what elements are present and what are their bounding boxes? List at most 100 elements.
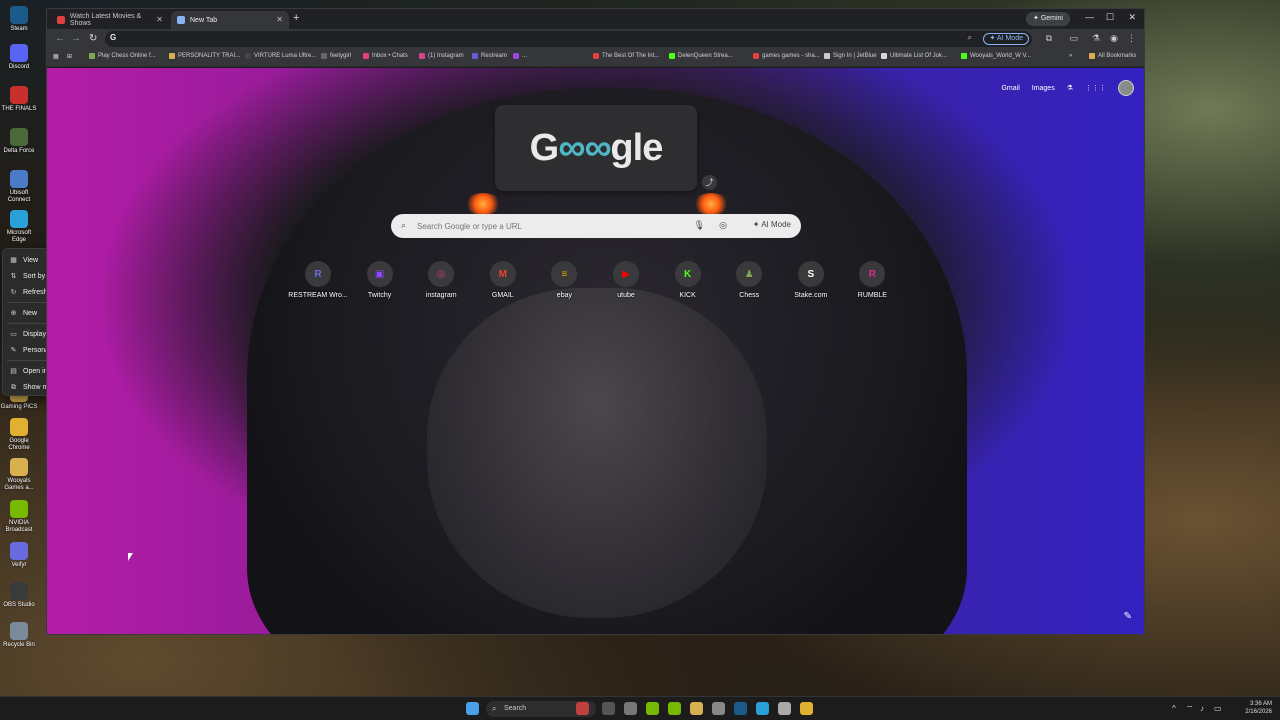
bookmark-item[interactable]: The Best Of The Int... [593, 53, 659, 59]
desktop-icon[interactable]: Delta Force [0, 128, 38, 155]
shortcut-tile[interactable]: ▶ utube [596, 261, 656, 299]
shortcut-tile[interactable]: ▣ Twitchy [350, 261, 410, 299]
customize-pencil-icon[interactable]: ✎ [1124, 611, 1132, 622]
shortcut-tile[interactable]: ≡ ebay [534, 261, 594, 299]
menu-icon[interactable]: ⋮ [1127, 33, 1136, 44]
desktop-icon-label: Discord [8, 64, 30, 70]
tray-chevron-icon[interactable]: ^ [1172, 704, 1176, 713]
settings-icon[interactable] [624, 702, 637, 715]
chrome-icon [10, 418, 28, 436]
tab-new-tab[interactable]: New Tab ✕ [171, 11, 289, 29]
wifi-icon[interactable]: ⌔ [1186, 704, 1194, 714]
images-link[interactable]: Images [1032, 85, 1055, 92]
desktop-icon[interactable]: OBS Studio [0, 582, 38, 609]
maximize-icon[interactable]: ☐ [1106, 12, 1114, 23]
nvidia-icon[interactable] [668, 702, 681, 715]
bookmark-item[interactable]: Restream [472, 53, 507, 59]
back-icon[interactable]: ← [55, 33, 65, 44]
bookmark-grid-icon[interactable]: ⊞ [67, 53, 72, 60]
shortcut-tile[interactable]: R RESTREAM Wro... [288, 261, 348, 299]
gmail-link[interactable]: Gmail [1001, 85, 1019, 92]
cast-icon[interactable]: ▭ [1069, 33, 1078, 44]
desktop-icon[interactable]: Microsoft Edge [0, 210, 38, 244]
chrome-icon[interactable] [800, 702, 813, 715]
minimize-icon[interactable]: — [1085, 12, 1094, 22]
desktop-icon[interactable]: Steam [0, 6, 38, 33]
search-input[interactable] [417, 219, 687, 233]
play-icon[interactable] [646, 702, 659, 715]
shortcut-tile[interactable]: ◎ instagram [411, 261, 471, 299]
search-icon[interactable]: ⌕ [968, 33, 972, 43]
bookmark-item[interactable]: DelenQueen Strea... [669, 53, 733, 59]
delta-force-icon [10, 128, 28, 146]
desktop-icon[interactable]: Google Chrome [0, 418, 38, 452]
close-tab-icon[interactable]: ✕ [276, 15, 283, 24]
bookmark-item[interactable]: (1) Instagram [419, 53, 464, 59]
microphone-icon[interactable]: 🎙 [694, 220, 705, 231]
all-bookmarks-label: All Bookmarks [1098, 53, 1137, 59]
bookmark-apps-icon[interactable]: ▦ [53, 53, 59, 60]
bookmark-item[interactable]: Inbox • Chats [363, 53, 408, 59]
edge-icon[interactable] [756, 702, 769, 715]
shortcut-icon: ▶ [613, 261, 639, 287]
new-tab-button[interactable]: + [293, 12, 299, 24]
desktop-icon[interactable]: Ubisoft Connect [0, 170, 38, 204]
flag-icon[interactable] [576, 702, 589, 715]
desktop-icon[interactable]: Discord [0, 44, 38, 71]
bookmark-item[interactable]: feetygirl [321, 53, 351, 59]
ai-mode-button[interactable]: ✦ AI Mode [753, 220, 791, 229]
close-tab-icon[interactable]: ✕ [156, 15, 163, 24]
bookmark-item[interactable]: Ultimate List Of Jok... [881, 53, 947, 59]
desktop-icon[interactable]: Wooyals Games a... [0, 458, 38, 492]
shortcut-tile[interactable]: K KICK [658, 261, 718, 299]
extensions-icon[interactable]: ⧉ [1046, 33, 1052, 44]
shortcut-tile[interactable]: R RUMBLE [842, 261, 902, 299]
bookmark-item[interactable]: Sign In | JetBlue [824, 53, 877, 59]
start-button-icon[interactable] [466, 702, 479, 715]
google-doodle[interactable]: G∞∞gle [495, 105, 697, 191]
desktop-icon[interactable]: THE FINALS [0, 86, 38, 113]
shortcut-tile[interactable]: ♟ Chess [719, 261, 779, 299]
store-icon[interactable] [712, 702, 725, 715]
bookmark-item[interactable]: VIRTURE Luma Ultre... [245, 53, 316, 59]
gemini-button[interactable]: ✦ Gemini [1026, 12, 1070, 26]
google-lens-icon[interactable]: ◎ [719, 220, 727, 231]
search-box[interactable]: ⌕ 🎙 ◎ ✦ AI Mode [391, 214, 801, 238]
forward-icon[interactable]: → [71, 33, 81, 44]
clock[interactable]: 3:36 AM 2/16/2026 [1245, 700, 1272, 716]
labs-icon[interactable]: ⚗ [1092, 33, 1100, 44]
battery-icon[interactable]: ▭ [1214, 704, 1222, 713]
bookmark-item[interactable]: games games - sha... [753, 53, 820, 59]
bookmark-item[interactable]: ... [513, 53, 527, 59]
steam-icon[interactable] [734, 702, 747, 715]
chrome-window: Watch Latest Movies & Shows ✕ New Tab ✕ … [46, 8, 1145, 635]
desktop-icon[interactable]: NVIDIA Broadcast [0, 500, 38, 534]
ai-mode-button[interactable]: ✦ AI Mode [983, 33, 1029, 45]
avatar[interactable] [1118, 80, 1134, 96]
address-input[interactable] [121, 33, 941, 45]
task-view-icon[interactable] [602, 702, 615, 715]
address-bar[interactable]: G ⌕ ✦ AI Mode [105, 31, 1032, 47]
bookmark-item[interactable]: Wooyals_World_W V... [961, 53, 1031, 59]
close-window-icon[interactable]: ✕ [1128, 12, 1136, 23]
tab-movies[interactable]: Watch Latest Movies & Shows ✕ [51, 11, 169, 29]
folder-icon [10, 458, 28, 476]
bookmark-item[interactable]: Play Chess Online f... [89, 53, 156, 59]
all-bookmarks[interactable]: All Bookmarks [1089, 53, 1136, 59]
google-g-icon: G [110, 33, 117, 42]
desktop-icon[interactable]: Recycle Bin [0, 622, 38, 649]
shortcut-tile[interactable]: M GMAIL [473, 261, 533, 299]
profile-menu-icon[interactable]: ◉ [1110, 33, 1118, 44]
labs-icon[interactable]: ⚗ [1067, 84, 1073, 92]
overflow-icon[interactable]: » [1069, 53, 1072, 59]
volume-icon[interactable]: ♪ [1200, 704, 1204, 713]
reload-icon[interactable]: ↻ [89, 33, 97, 44]
share-icon[interactable]: ⤴ [702, 175, 717, 190]
bookmark-item[interactable]: PERSONALITY TRAI... [169, 53, 240, 59]
file-explorer-icon[interactable] [690, 702, 703, 715]
shortcut-tile[interactable]: S Stake.com [781, 261, 841, 299]
new-tab-page: Gmail Images ⚗ ⋮⋮⋮ G∞∞gle ⤴ ⌕ 🎙 ◎ ✦ AI M… [47, 68, 1144, 634]
desktop-icon[interactable]: Veifyr [0, 542, 38, 569]
obs-icon[interactable] [778, 702, 791, 715]
apps-grid-icon[interactable]: ⋮⋮⋮ [1085, 84, 1106, 92]
